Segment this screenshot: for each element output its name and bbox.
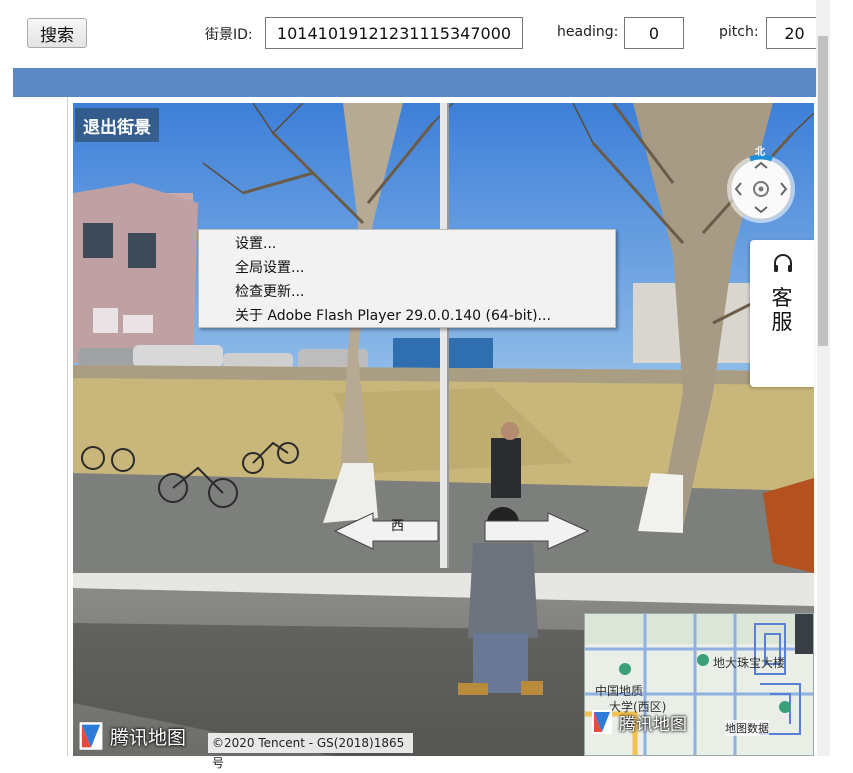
menu-item-about-flash[interactable]: 关于 Adobe Flash Player 29.0.0.140 (64-bit… [199, 304, 615, 328]
tencent-logo-text: 腾讯地图 [110, 726, 187, 749]
tencent-map-logo-icon [592, 710, 612, 734]
map-data-link[interactable]: 地图数据 [725, 720, 769, 736]
heading-label: heading: [557, 24, 619, 40]
menu-item-settings[interactable]: 设置... [199, 232, 615, 256]
heading-input[interactable]: 0 [624, 17, 684, 49]
pano-id-input[interactable]: 10141019121231115347000 [265, 17, 523, 49]
minimap[interactable]: 地大珠宝大楼 中国地质 大学(西区) 腾讯地图 地图数据 [584, 613, 814, 756]
tencent-logo-icon [79, 722, 103, 750]
menu-item-check-updates[interactable]: 检查更新... [199, 280, 615, 304]
pano-id-label: 街景ID: [205, 27, 253, 43]
pitch-label: pitch: [719, 24, 759, 40]
minimap-logo-text: 腾讯地图 [619, 714, 687, 735]
menu-item-global-settings[interactable]: 全局设置... [199, 256, 615, 280]
minimap-label-2: 中国地质 [595, 684, 644, 698]
compass-north-label: 北 [755, 147, 765, 158]
exit-streetview-button[interactable]: 退出街景 [75, 108, 159, 142]
customer-service-label: 客 服 [771, 286, 793, 334]
minimap-label-1: 地大珠宝大楼 [713, 656, 786, 670]
header-bar [13, 68, 816, 97]
compass-control[interactable]: 北 [724, 147, 798, 224]
arrow-west-label: 西 [391, 519, 405, 534]
page-scrollbar[interactable] [816, 0, 830, 756]
flash-context-menu: 设置... 全局设置... 检查更新... 关于 Adobe Flash Pla… [198, 229, 616, 328]
headset-icon [774, 254, 792, 272]
toolbar: 搜索 街景ID: 10141019121231115347000 heading… [0, 0, 853, 68]
scrollbar-thumb[interactable] [818, 36, 828, 346]
copyright-text: ©2020 Tencent - GS(2018)1865号 [208, 733, 413, 770]
pitch-input[interactable]: 20 [766, 17, 822, 49]
search-button[interactable]: 搜索 [27, 18, 87, 48]
customer-service-panel[interactable]: 客 服 [750, 240, 814, 387]
minimap-logo: 腾讯地图 [589, 708, 687, 736]
tencent-map-logo: 腾讯地图 [76, 720, 186, 752]
